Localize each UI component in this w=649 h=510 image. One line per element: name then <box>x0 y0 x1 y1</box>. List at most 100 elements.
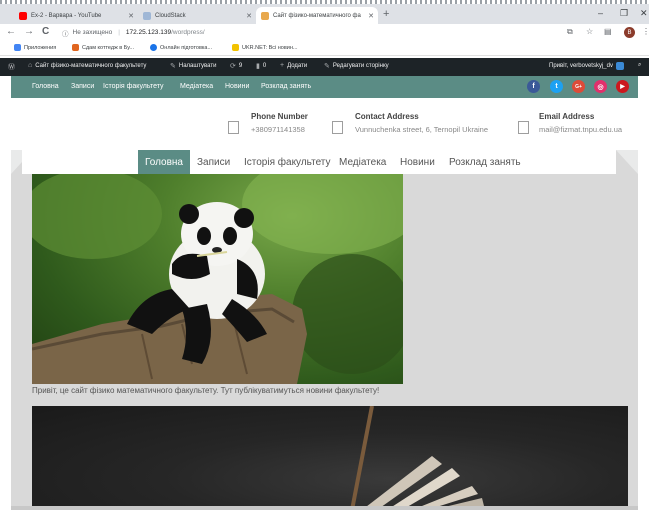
bookmark-label: Онлайн підготовка... <box>160 44 213 51</box>
ukrnet-icon <box>232 44 239 51</box>
address-icon <box>332 121 343 134</box>
topnav-news[interactable]: Новини <box>225 83 249 90</box>
instagram-icon[interactable]: ◎ <box>594 80 607 93</box>
security-label: Не захищено <box>72 29 113 36</box>
mainnav-home[interactable]: Головна <box>138 150 190 174</box>
twitter-icon[interactable]: t <box>550 80 563 93</box>
cloudstack-favicon-icon <box>143 11 151 20</box>
minimize-button[interactable]: – <box>598 8 603 18</box>
adminbar-account[interactable]: Привіт, verbovetskyj_dv <box>549 62 624 70</box>
cottage-site-icon <box>72 44 79 51</box>
info-icon[interactable]: ⓘ <box>62 28 69 38</box>
facebook-icon[interactable]: f <box>527 80 540 93</box>
adminbar-search-icon[interactable]: ⌕ <box>638 62 641 69</box>
bookmark-apps[interactable]: Приложения <box>14 44 56 51</box>
topnav-history[interactable]: Історія факультету <box>103 83 164 90</box>
address-separator: | <box>118 29 120 36</box>
plus-icon: + <box>280 62 285 69</box>
url-path: /wordpress/ <box>171 29 205 36</box>
bookmark-label: Приложения <box>24 44 57 51</box>
reload-button[interactable]: C <box>42 26 49 37</box>
pencil-icon: ✎ <box>324 63 330 70</box>
online-prep-icon <box>150 44 157 51</box>
tab-wordpress-site[interactable]: Сайт фізико-математичного фа ✕ <box>256 7 378 24</box>
welcome-caption: Привіт, це сайт фізико математичного фак… <box>32 386 380 395</box>
browser-toolbar: ← → C ⓘ Не захищено | 172.25.123.139 /wo… <box>0 24 649 41</box>
profile-avatar[interactable]: B <box>624 27 635 38</box>
tab-title: Ex-2 - Варвара - YouTube <box>31 12 102 19</box>
bookmarks-bar: Приложения Сдам коттедж в Бу... Онлайн п… <box>0 41 649 56</box>
wordpress-logo-icon[interactable]: Ⓦ <box>8 62 18 72</box>
tab-title: Сайт фізико-математичного фа <box>273 12 361 19</box>
page-margin-right <box>638 98 649 510</box>
url-host: 172.25.123.139 <box>125 29 172 36</box>
adminbar-site-link[interactable]: ⌂ Сайт фізико-математичного факультету <box>28 62 146 69</box>
mainnav-posts[interactable]: Записи <box>197 150 230 174</box>
google-plus-icon[interactable]: G+ <box>572 80 585 93</box>
adminbar-comments[interactable]: ▮ 0 <box>256 62 266 70</box>
page-margin-left <box>0 98 11 510</box>
topnav-home[interactable]: Головна <box>32 83 59 90</box>
close-tab-icon[interactable]: ✕ <box>246 12 252 20</box>
panda-illustration <box>32 174 403 384</box>
site-header <box>11 98 638 150</box>
topnav-posts[interactable]: Записи <box>71 83 94 90</box>
address-title: Contact Address <box>355 112 419 121</box>
phone-value: +380971141358 <box>251 125 305 134</box>
greeting-text: Привіт, verbovetskyj_dv <box>549 63 613 69</box>
brush-icon: ✎ <box>170 63 176 70</box>
menu-icon[interactable]: ⋮ <box>642 27 649 36</box>
mainnav-history[interactable]: Історія факультету <box>244 150 331 174</box>
horizontal-scrollbar[interactable] <box>11 506 638 510</box>
user-avatar-icon <box>615 62 624 70</box>
topnav-media[interactable]: Медіатека <box>180 83 213 90</box>
books-photo <box>32 406 628 510</box>
tab-title: CloudStack <box>155 12 186 19</box>
address-bar[interactable]: ⓘ Не захищено | 172.25.123.139 /wordpres… <box>62 26 582 39</box>
youtube-icon[interactable]: ▶ <box>616 80 629 93</box>
email-title: Email Address <box>539 112 595 121</box>
mainnav-schedule[interactable]: Розклад занять <box>449 150 521 174</box>
translate-icon[interactable]: ⧉ <box>567 27 573 37</box>
panda-photo <box>32 174 403 384</box>
adminbar-edit-page[interactable]: ✎ Редагувати сторінку <box>324 62 389 70</box>
bookmark-ukrnet[interactable]: UKR.NET: Всі новин... <box>232 44 297 51</box>
site-top-nav: Головна Записи Історія факультету Медіат… <box>11 76 638 98</box>
phone-title: Phone Number <box>251 112 308 121</box>
email-value: mail@fizmat.tnpu.edu.ua <box>539 125 623 134</box>
books-illustration <box>350 406 484 510</box>
restore-button[interactable]: ❐ <box>620 8 628 19</box>
home-icon: ⌂ <box>28 62 33 69</box>
close-tab-icon[interactable]: ✕ <box>128 12 134 20</box>
address-value: Vunnuchenka street, 6, Ternopil Ukraine <box>355 125 488 134</box>
comment-icon: ▮ <box>256 63 260 70</box>
apps-grid-icon <box>14 44 21 51</box>
tab-youtube[interactable]: Ex-2 - Варвара - YouTube ✕ <box>14 7 138 24</box>
mainnav-news[interactable]: Новини <box>400 150 435 174</box>
adminbar-customize[interactable]: ✎ Налаштувати <box>170 62 216 70</box>
adminbar-customize-label: Налаштувати <box>178 63 217 69</box>
bookmark-label: UKR.NET: Всі новин... <box>242 44 298 51</box>
close-window-button[interactable]: ✕ <box>640 8 648 19</box>
forward-button[interactable]: → <box>24 26 34 37</box>
adminbar-updates[interactable]: ⟳ 9 <box>230 62 242 70</box>
back-button[interactable]: ← <box>6 26 16 37</box>
updates-count: 9 <box>238 63 243 69</box>
bookmark-online-prep[interactable]: Онлайн підготовка... <box>150 44 212 51</box>
bookmark-label: Сдам коттедж в Бу... <box>82 44 135 51</box>
site-favicon-icon <box>261 11 269 20</box>
phone-icon <box>228 121 239 134</box>
browser-tab-bar: Ex-2 - Варвара - YouTube ✕ CloudStack ✕ … <box>0 4 649 24</box>
bookmark-star-icon[interactable]: ☆ <box>586 27 593 36</box>
adminbar-new-label: Додати <box>287 62 308 69</box>
updates-icon: ⟳ <box>230 63 236 70</box>
adminbar-new[interactable]: + Додати <box>280 62 307 69</box>
bookmark-cottage[interactable]: Сдам коттедж в Бу... <box>72 44 134 51</box>
topnav-schedule[interactable]: Розклад занять <box>261 83 311 90</box>
mainnav-media[interactable]: Медіатека <box>339 150 386 174</box>
adminbar-site-label: Сайт фізико-математичного факультету <box>35 62 147 69</box>
tab-cloudstack[interactable]: CloudStack ✕ <box>138 7 256 24</box>
new-tab-button[interactable]: + <box>383 8 389 20</box>
close-tab-icon[interactable]: ✕ <box>368 12 374 20</box>
reading-list-icon[interactable]: ▤ <box>604 27 612 36</box>
